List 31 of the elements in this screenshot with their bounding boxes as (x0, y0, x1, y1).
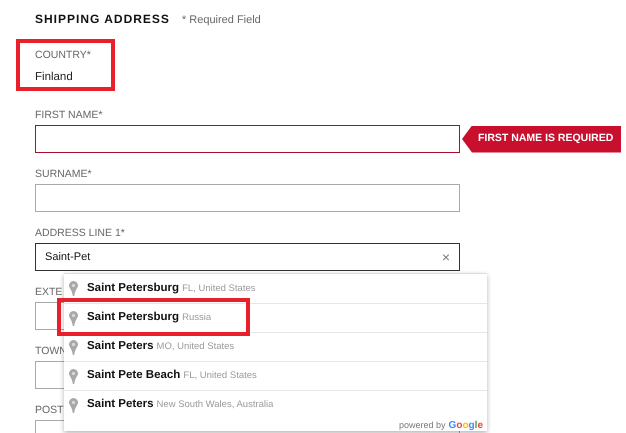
field-label: ADDRESS LINE 1* (35, 226, 125, 240)
required-note: * Required Field (182, 13, 261, 28)
clear-icon[interactable]: × (442, 246, 450, 268)
suggestion-item[interactable]: Saint Petersburg Russia (64, 303, 487, 332)
pin-icon (69, 310, 78, 326)
attribution-logo: Google (448, 420, 483, 430)
suggestion-item[interactable]: Saint Petersburg FL, United States (64, 274, 487, 303)
suggestion-text: Saint Peters MO, United States (87, 339, 234, 354)
suggestion-text: Saint Petersburg Russia (87, 310, 212, 326)
error-tag: FIRST NAME IS REQUIRED (462, 126, 622, 152)
suggestion-text: Saint Peters New South Wales, Australia (87, 397, 274, 412)
pin-icon (69, 398, 78, 412)
suggestion-item[interactable]: Saint Pete Beach FL, United States (64, 361, 487, 390)
field-label: POST (35, 403, 64, 417)
attribution-text: powered by (399, 420, 446, 430)
input-field[interactable]: Saint-Pet × (35, 243, 460, 271)
country-value: Finland (35, 70, 74, 84)
suggestion-item[interactable]: Saint Peters MO, United States (64, 332, 487, 361)
pin-icon (69, 281, 78, 296)
suggestion-text: Saint Pete Beach FL, United States (87, 368, 257, 384)
pin-icon (69, 368, 78, 384)
field-label: EXTE (35, 285, 62, 299)
field-label: FIRST NAME* (35, 108, 102, 122)
field-label: SURNAME* (35, 167, 92, 181)
suggestion-text: Saint Petersburg FL, United States (87, 280, 256, 296)
field-label: COUNTRY* (35, 48, 91, 62)
input-field[interactable] (35, 125, 460, 153)
section-heading: SHIPPING ADDRESS (35, 11, 170, 28)
input-field[interactable] (35, 184, 460, 212)
pin-icon (69, 340, 78, 354)
suggestion-item[interactable]: Saint Peters New South Wales, Australia (64, 390, 487, 419)
